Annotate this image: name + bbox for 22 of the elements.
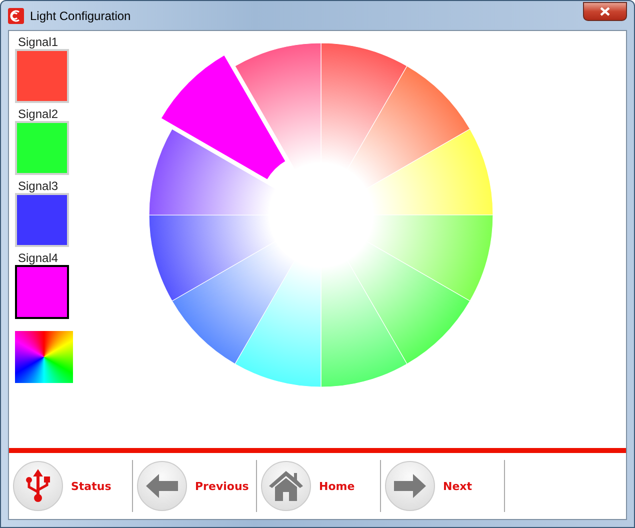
signal-label: Signal4 — [18, 251, 60, 265]
color-wheel-segment[interactable] — [346, 66, 470, 190]
right-arrow-icon — [393, 473, 427, 499]
signal-label: Signal2 — [18, 107, 60, 121]
color-spectrum-swatch[interactable] — [15, 331, 73, 383]
signal-label: Signal1 — [18, 35, 60, 49]
signal-label: Signal3 — [18, 179, 60, 193]
color-wheel-segment[interactable] — [158, 53, 288, 182]
close-button[interactable] — [583, 2, 627, 21]
home-icon — [268, 470, 304, 502]
left-arrow-icon — [145, 473, 179, 499]
app-logo-icon — [8, 8, 24, 24]
color-wheel-segment[interactable] — [148, 128, 276, 216]
nav-button[interactable]: Previous — [133, 460, 257, 512]
signal-color-swatch[interactable] — [15, 265, 69, 319]
usb-icon — [25, 469, 51, 503]
nav-button[interactable]: Next — [381, 460, 505, 512]
nav-button[interactable]: Home — [257, 460, 381, 512]
close-icon — [600, 7, 610, 16]
color-wheel-segment[interactable] — [171, 240, 295, 364]
nav-button[interactable]: Status — [9, 460, 133, 512]
window-title: Light Configuration — [30, 8, 131, 22]
